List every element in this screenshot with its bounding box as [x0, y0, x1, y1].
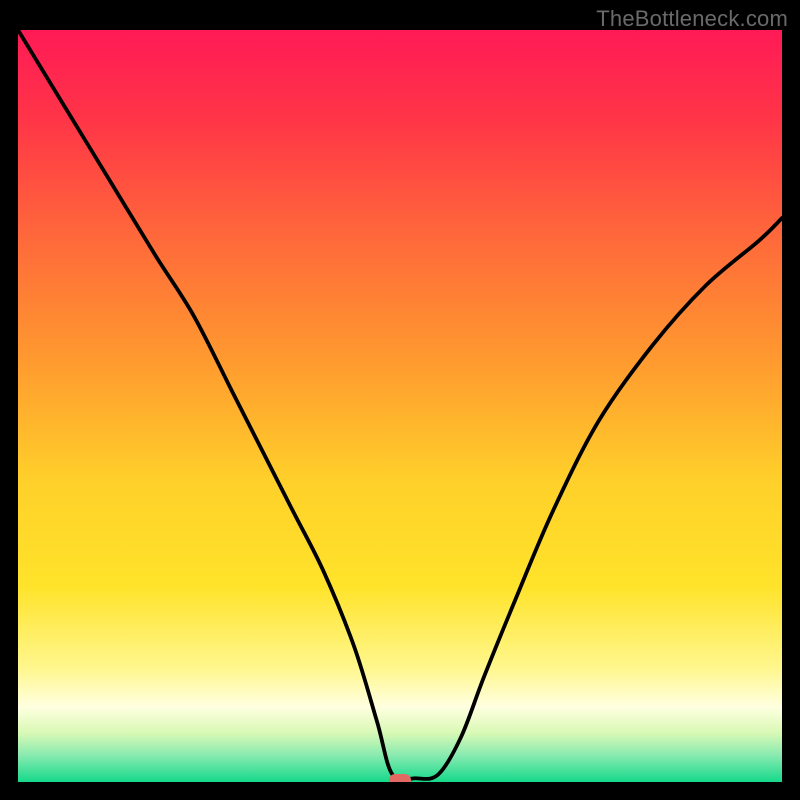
chart-frame: TheBottleneck.com — [0, 0, 800, 800]
min-marker — [389, 774, 411, 782]
plot-area — [18, 30, 782, 782]
chart-svg — [18, 30, 782, 782]
gradient-background — [18, 30, 782, 782]
watermark-label: TheBottleneck.com — [596, 6, 788, 32]
